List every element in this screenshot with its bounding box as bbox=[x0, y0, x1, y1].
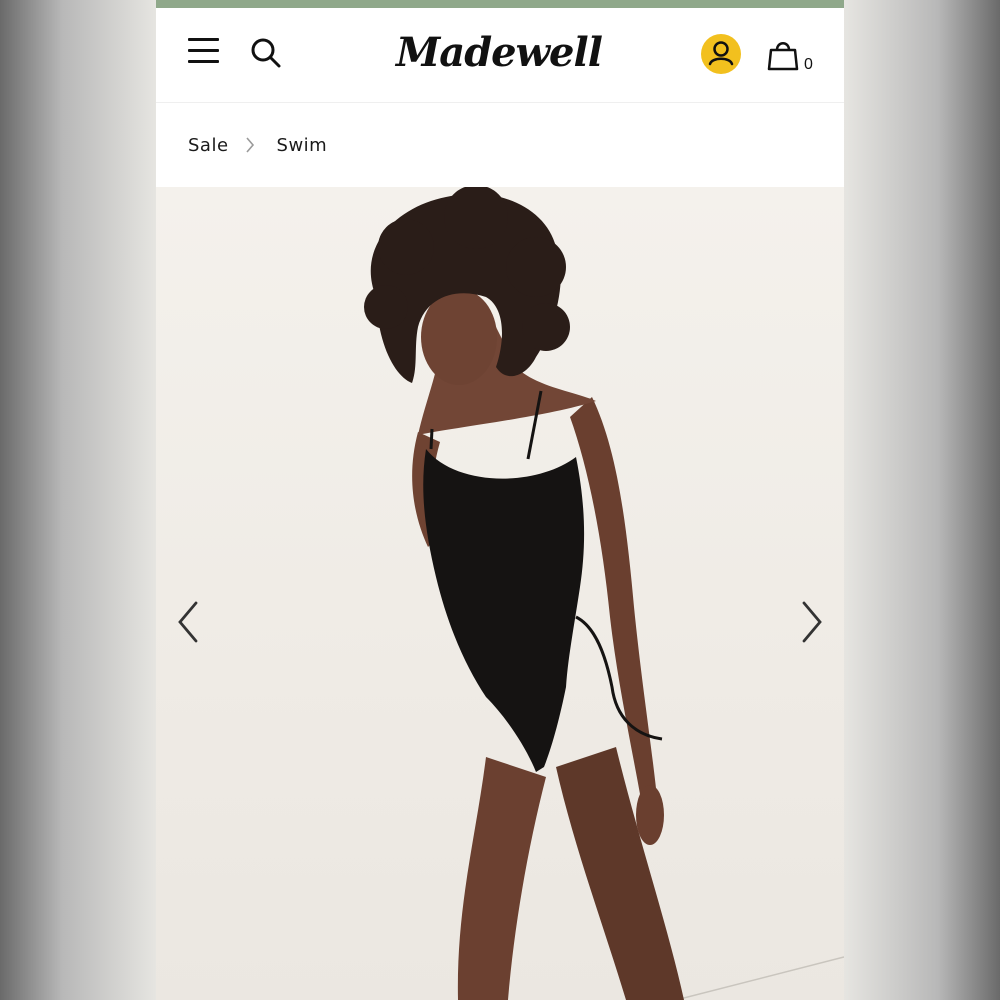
breadcrumb-sale[interactable]: Sale bbox=[188, 135, 229, 156]
chevron-right-icon bbox=[245, 137, 254, 153]
product-image-carousel[interactable] bbox=[156, 187, 844, 1000]
cart-count: 0 bbox=[804, 56, 813, 73]
search-button[interactable] bbox=[249, 36, 283, 70]
hamburger-menu-icon bbox=[188, 38, 219, 41]
mobile-page: Madewell 0 Sale Swim bbox=[156, 0, 844, 1000]
hamburger-line bbox=[188, 60, 219, 63]
logo-wordmark: Madewell bbox=[394, 29, 604, 76]
carousel-prev-button[interactable] bbox=[174, 600, 204, 644]
carousel-next-button[interactable] bbox=[796, 600, 826, 644]
site-header: Madewell 0 bbox=[156, 8, 844, 103]
shopping-bag-icon bbox=[767, 42, 799, 71]
cart-button[interactable] bbox=[767, 38, 799, 72]
top-strip bbox=[156, 0, 844, 8]
account-button[interactable] bbox=[701, 34, 741, 74]
logo-text: Madewell bbox=[394, 29, 603, 76]
menu-button[interactable] bbox=[186, 36, 220, 66]
chevron-right-icon bbox=[802, 601, 822, 643]
search-icon bbox=[251, 38, 281, 68]
product-image bbox=[364, 187, 844, 1000]
breadcrumb: Sale Swim bbox=[156, 103, 844, 187]
madewell-logo[interactable]: Madewell bbox=[392, 22, 608, 86]
chevron-left-icon bbox=[178, 601, 198, 643]
hamburger-line bbox=[188, 49, 219, 52]
user-icon bbox=[708, 41, 734, 66]
backdrop-left bbox=[0, 0, 156, 1000]
breadcrumb-swim[interactable]: Swim bbox=[277, 135, 328, 156]
backdrop-right bbox=[844, 0, 1000, 1000]
